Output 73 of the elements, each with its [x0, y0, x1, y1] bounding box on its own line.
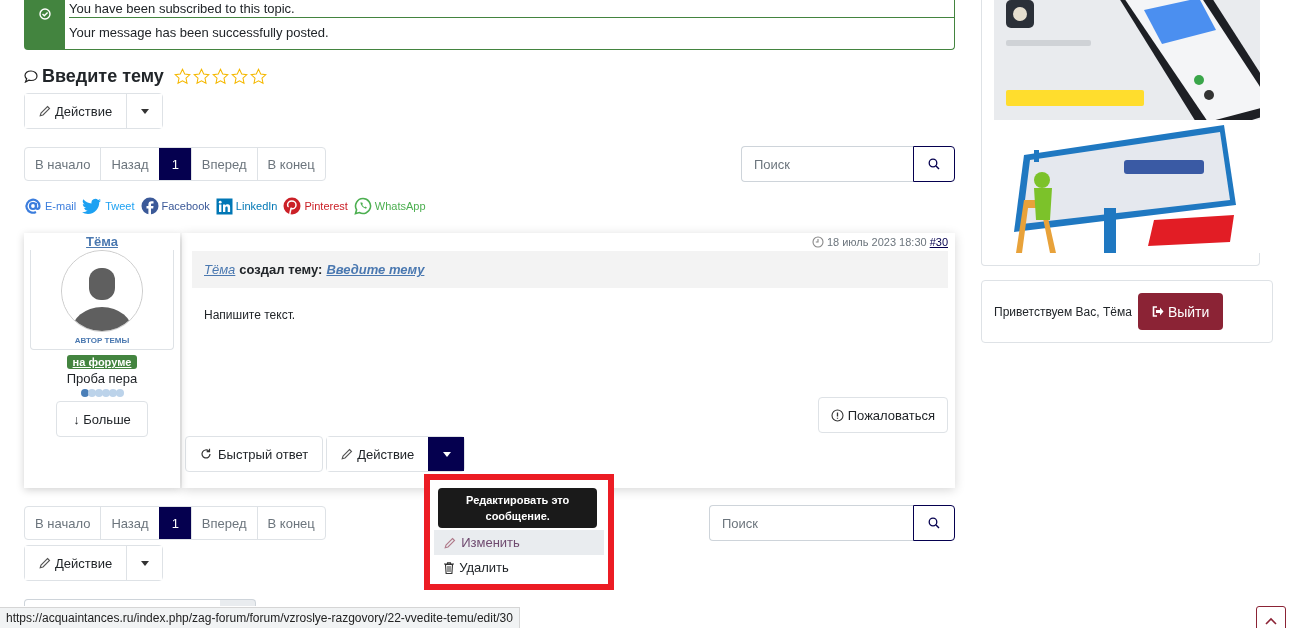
author-link[interactable]: Тёма	[204, 262, 236, 277]
facebook-icon	[140, 197, 159, 215]
pagination-link[interactable]: 1	[158, 507, 191, 539]
pencil-icon	[444, 536, 457, 549]
caret-icon	[140, 560, 149, 566]
pagination-link[interactable]: Вперед	[190, 148, 257, 180]
pagination-link[interactable]: В конец	[256, 148, 325, 180]
post-timestamp: 18 июль 2023 18:30	[826, 236, 927, 248]
star-icon[interactable]	[192, 67, 210, 85]
more-button[interactable]: ↓ Больше	[56, 401, 148, 437]
caret-icon	[442, 451, 451, 457]
tooltip: Редактировать это сообщение.	[438, 488, 598, 528]
star-icon[interactable]	[173, 67, 191, 85]
topic-title: Введите тему	[42, 65, 164, 87]
speech-bubble-icon	[24, 69, 38, 83]
share-link[interactable]: WhatsApp	[353, 197, 426, 215]
share-link[interactable]: E-mail	[24, 197, 77, 215]
alert-message: Your message has been successfully posted.	[69, 24, 330, 42]
dropdown-toggle[interactable]	[428, 437, 465, 471]
search-field[interactable]: Поиск	[741, 146, 913, 182]
share-link[interactable]: Pinterest	[283, 197, 348, 215]
search-icon	[928, 158, 940, 170]
pagination-link[interactable]: Вперед	[190, 507, 257, 539]
share-link[interactable]: Tweet	[82, 197, 135, 215]
whatsapp-icon	[353, 197, 372, 215]
star-icon[interactable]	[211, 67, 229, 85]
menu-item[interactable]: Изменить	[434, 530, 605, 555]
pagination-link[interactable]: Назад	[100, 148, 159, 180]
search-button[interactable]	[913, 146, 955, 182]
author-role-label: АВТОР ТЕМЫ	[74, 336, 130, 345]
greeting-text: Приветствуем Вас, Тёма	[994, 304, 1132, 319]
linkedin-icon	[215, 197, 233, 215]
post-body: Напишите текст.	[204, 308, 296, 322]
trash-icon	[444, 561, 455, 574]
report-button[interactable]: Пожаловаться	[817, 397, 948, 433]
menu-item[interactable]: Удалить	[434, 555, 605, 580]
exclamation-circle-icon	[830, 408, 844, 422]
input-field[interactable]	[24, 599, 256, 606]
star-icon[interactable]	[249, 67, 267, 85]
status-bar-url: https://acquaintances.ru/index.php/zag-forum/forum/vzroslye-razgovory/22-vvedite-temu/edit/30	[0, 607, 520, 628]
clock-icon	[811, 236, 824, 248]
refresh-icon	[200, 448, 212, 460]
pagination-link[interactable]: В начало	[25, 148, 101, 180]
pencil-icon	[341, 448, 354, 460]
online-status-badge[interactable]: на форуме	[66, 355, 138, 369]
check-circle-icon	[39, 8, 51, 20]
author-name-link[interactable]: Тёма	[86, 234, 118, 249]
pagination-link[interactable]: В конец	[256, 507, 325, 539]
star-icon[interactable]	[230, 67, 248, 85]
pencil-icon	[39, 105, 51, 117]
pagination-link[interactable]: В начало	[25, 507, 101, 539]
permalink[interactable]: #30	[929, 236, 948, 248]
scroll-to-top-button[interactable]	[1256, 606, 1286, 628]
logout-icon	[1151, 306, 1164, 317]
pagination-link[interactable]: Назад	[100, 507, 159, 539]
pencil-icon	[39, 557, 51, 569]
share-link[interactable]: LinkedIn	[215, 197, 278, 215]
caret-up-icon	[1265, 617, 1277, 625]
search-icon	[928, 517, 940, 529]
quick-reply-button[interactable]: Быстрый ответ	[185, 436, 324, 472]
bird-icon	[82, 197, 103, 215]
search-field[interactable]: Поиск	[709, 505, 913, 541]
caret-icon	[140, 108, 149, 114]
pinterest-icon	[283, 197, 302, 215]
search-button[interactable]	[913, 505, 955, 541]
alert-message: You have been subscribed to this topic.	[69, 0, 954, 18]
pagination-link[interactable]: 1	[158, 148, 191, 180]
share-link[interactable]: Facebook	[140, 197, 210, 215]
at-sign-icon	[24, 197, 42, 215]
topic-link[interactable]: Введите тему	[326, 262, 425, 277]
logout-button[interactable]: Выйти	[1137, 293, 1224, 330]
user-rank: Проба пера	[66, 371, 138, 386]
post-header-text: создал тему:	[239, 262, 323, 277]
